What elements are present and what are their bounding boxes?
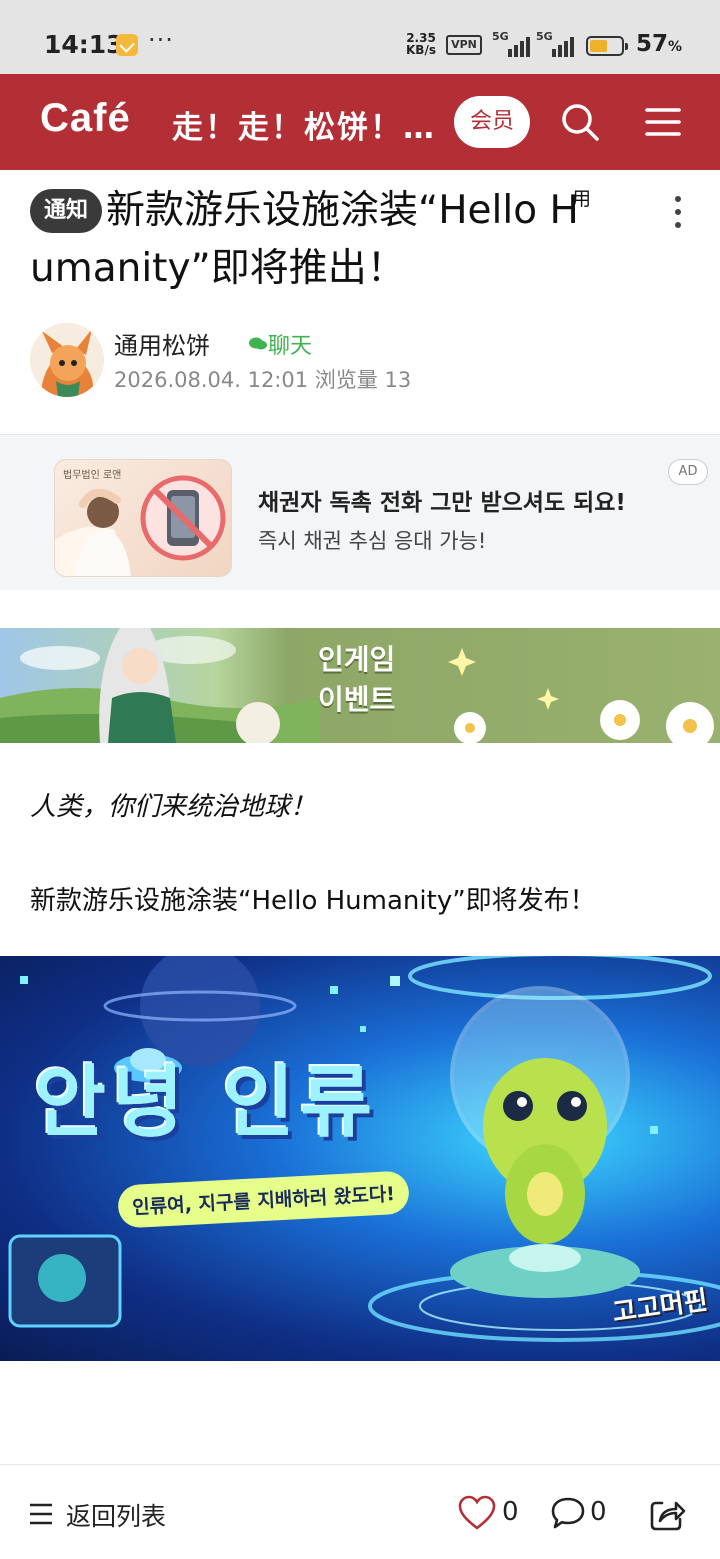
like-count: 0 [502, 1497, 519, 1527]
member-button[interactable]: 会员 [454, 96, 530, 148]
notification-app-icon [116, 34, 138, 56]
comment-icon [551, 1497, 585, 1529]
author-avatar[interactable] [30, 323, 104, 397]
title-superscript: 用 [572, 188, 592, 210]
cafe-name[interactable]: 走！走！松饼！… [172, 102, 442, 147]
notice-badge: 通知 [30, 189, 103, 233]
post-body-line1: 人类，你们来统治地球！ [30, 792, 317, 822]
chat-label: 聊天 [268, 334, 313, 359]
list-icon [30, 1503, 52, 1525]
more-options-icon[interactable] [668, 194, 688, 230]
post-title-text: 新款游乐设施涂装“Hello H umanity”即将推出！ [30, 188, 579, 291]
back-to-list-label: 返回列表 [66, 1502, 167, 1531]
post-header: 通知 新款游乐设施涂装“Hello H umanity”即将推出！ 用 [30, 182, 640, 298]
signal-sim2-icon: 5G [536, 30, 578, 57]
chat-icon [249, 337, 267, 350]
event-banner-text: 인게임 이벤트 [318, 640, 395, 720]
like-button[interactable]: 0 [458, 1493, 522, 1533]
event-banner-image: 인게임 이벤트 [0, 628, 720, 743]
comment-button[interactable]: 0 [550, 1493, 610, 1533]
ad-subtitle[interactable]: 즉시 채권 추심 응대 가능! [258, 525, 486, 555]
ad-banner[interactable]: 법무법인 로앤 채권자 독촉 전화 그만 받으셔도 되요! 즉시 채권 추심 응… [0, 434, 720, 590]
vpn-icon: VPN [446, 35, 482, 55]
post-body-line2: 新款游乐设施涂装“Hello Humanity”即将发布！ [30, 886, 596, 916]
event-banner-line2: 이벤트 [318, 683, 396, 716]
ad-image[interactable]: 법무법인 로앤 [54, 459, 232, 577]
cafe-logo[interactable]: Café [40, 96, 131, 141]
post-title: 通知 新款游乐设施涂装“Hello H umanity”即将推出！ 用 [30, 182, 640, 298]
share-button[interactable] [648, 1493, 688, 1533]
ad-title[interactable]: 채권자 독촉 전화 그만 받으셔도 되요! [258, 483, 626, 517]
battery-percent-value: 57 [636, 31, 669, 57]
sim1-label: 5G [492, 30, 509, 43]
bottom-bar: 返回列表 0 0 [0, 1464, 720, 1559]
ad-firm-name: 법무법인 로앤 [63, 470, 122, 481]
signal-sim1-icon: 5G [492, 30, 534, 57]
post-meta: 2026.08.04. 12:01 浏览量 13 [114, 368, 412, 392]
hero-title: 안녕 인류 [34, 1058, 379, 1148]
chat-link[interactable]: 聊天 [248, 328, 312, 360]
comment-count: 0 [590, 1497, 607, 1527]
heart-icon [458, 1495, 496, 1530]
sim2-label: 5G [536, 30, 553, 43]
battery-icon [586, 36, 628, 56]
more-notifications-icon: ··· [148, 26, 174, 54]
author-name[interactable]: 通用松饼 [114, 326, 210, 361]
search-icon[interactable] [558, 100, 602, 144]
status-time: 14:13 [44, 30, 124, 59]
battery-percent-unit: % [668, 39, 683, 55]
share-icon [650, 1501, 686, 1531]
post-hero-image[interactable]: 안녕 인류 인류여, 지구를 지배하러 왔도다! 고고머핀 [0, 956, 720, 1361]
app-header: Café 走！走！松饼！… 会员 [0, 74, 720, 170]
network-speed-unit: KB/s [406, 43, 436, 57]
network-speed: 2.35 KB/s [406, 32, 436, 56]
menu-icon[interactable] [642, 100, 686, 144]
battery-percent: 57% [636, 31, 682, 57]
ad-tag[interactable]: AD [668, 459, 708, 485]
event-banner-line1: 인게임 [318, 643, 396, 676]
status-bar: 14:13 ··· 2.35 KB/s VPN 5G 5G 57% [0, 0, 720, 74]
